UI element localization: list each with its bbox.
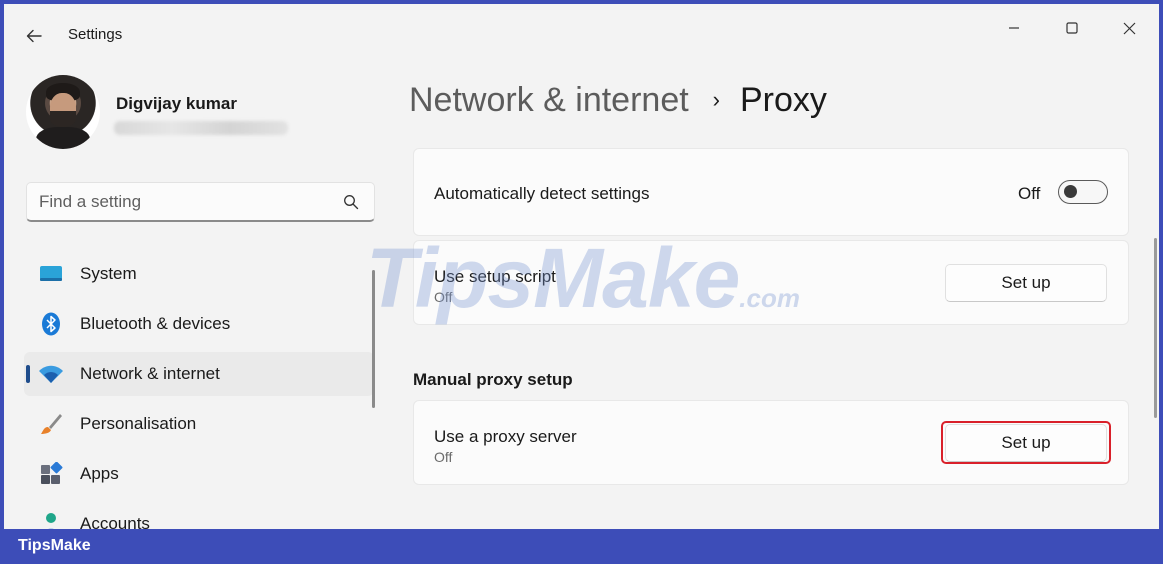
sidebar-item-label: Bluetooth & devices [80,314,231,333]
avatar[interactable] [26,75,100,149]
footer-brand: TipsMake [18,537,91,554]
maximize-icon [1066,22,1078,34]
sidebar-item-label: Apps [80,464,119,483]
sidebar-item-system[interactable]: System [24,252,374,296]
auto-detect-title: Automatically detect settings [434,184,650,203]
active-indicator [26,365,30,383]
settings-window: Settings Digvijay kumar System [4,4,1159,529]
sidebar-item-label: Network & internet [80,364,220,383]
auto-detect-card: Automatically detect settings Off [413,148,1129,236]
toggle-state-label: Off [1018,184,1041,203]
user-name: Digvijay kumar [116,94,237,113]
search-box [26,182,375,222]
person-icon [38,512,64,529]
minimize-button[interactable] [994,14,1034,42]
close-icon [1123,22,1135,34]
auto-detect-toggle[interactable] [1058,180,1108,204]
arrow-left-icon [26,29,42,43]
sidebar-item-personalisation[interactable]: Personalisation [24,402,374,446]
sidebar-item-network[interactable]: Network & internet [24,352,374,396]
page-title: Proxy [740,80,827,119]
monitor-icon [38,262,64,286]
sidebar-scrollbar[interactable] [372,270,375,408]
wifi-icon [38,362,64,386]
minimize-icon [1009,27,1019,29]
sidebar-item-apps[interactable]: Apps [24,452,374,496]
breadcrumb: Network & internet › Proxy [409,78,827,122]
breadcrumb-parent[interactable]: Network & internet [409,81,689,120]
setup-script-button[interactable]: Set up [945,264,1107,302]
proxy-setup-button[interactable]: Set up [945,424,1107,462]
chevron-right-icon: › [712,87,720,112]
setup-script-title: Use setup script [434,267,556,286]
search-icon[interactable] [343,194,359,210]
setup-script-status: Off [434,289,453,305]
content-scrollbar[interactable] [1154,238,1157,418]
maximize-button[interactable] [1052,14,1092,42]
close-button[interactable] [1109,14,1149,42]
proxy-server-card: Use a proxy server Off Set up [413,400,1129,485]
bluetooth-icon [38,312,64,336]
proxy-server-title: Use a proxy server [434,427,577,446]
sidebar-item-label: System [80,264,137,283]
search-input[interactable] [27,183,327,221]
apps-icon [38,462,64,486]
app-title: Settings [68,26,123,43]
sidebar-item-label: Personalisation [80,414,197,433]
sidebar-item-accounts[interactable]: Accounts [24,502,374,529]
section-heading: Manual proxy setup [413,370,573,389]
title-bar: Settings [4,4,1159,44]
brush-icon [38,412,64,436]
back-button[interactable] [22,24,46,48]
sidebar-item-label: Accounts [80,514,150,529]
user-email-blurred [114,121,288,135]
setup-script-card: Use setup script Off Set up [413,240,1129,325]
toggle-knob [1064,185,1077,198]
sidebar-item-bluetooth[interactable]: Bluetooth & devices [24,302,374,346]
proxy-server-status: Off [434,449,453,465]
